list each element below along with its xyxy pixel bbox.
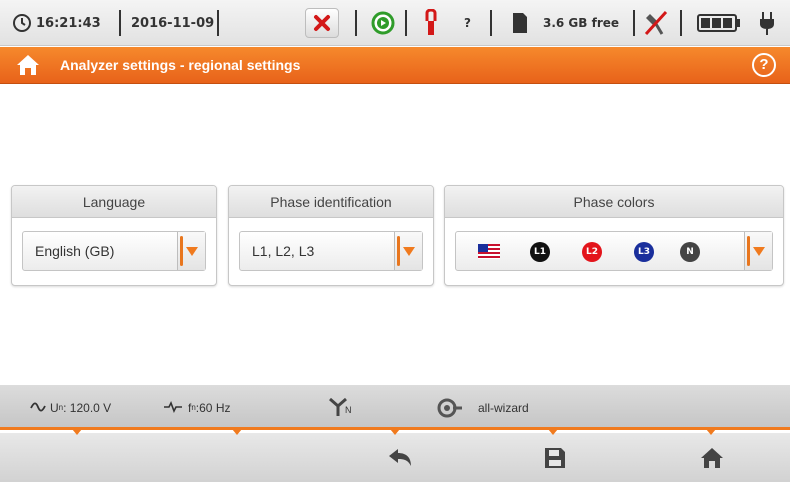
date-readout: 2016-11-09: [131, 15, 215, 31]
tab-marker: [390, 429, 400, 435]
phase-colors-dropdown[interactable]: L1 L2 L3 N: [455, 231, 773, 271]
phase-l1-color: L1: [530, 242, 550, 262]
separator: [680, 10, 682, 36]
clamp-type-icon: [437, 398, 462, 418]
clamp-icon[interactable]: [423, 0, 439, 46]
phase-colors-header: Phase colors: [445, 186, 783, 218]
save-button[interactable]: [535, 441, 575, 475]
nominal-frequency: f n:60 Hz: [188, 400, 231, 415]
us-flag-icon: [478, 244, 500, 259]
language-dropdown[interactable]: English (GB): [22, 231, 206, 271]
tab-marker: [72, 429, 82, 435]
chevron-down-icon[interactable]: [394, 232, 422, 270]
tab-marker: [706, 429, 716, 435]
tab-marker: [548, 429, 558, 435]
wye-network-icon: [329, 397, 347, 416]
phase-identification-dropdown[interactable]: L1, L2, L3: [239, 231, 423, 271]
phase-l2-color: L2: [582, 242, 602, 262]
phase-l3-color: L3: [634, 242, 654, 262]
plug-icon: [758, 0, 776, 46]
phase-n-color: N: [680, 242, 700, 262]
clock-icon: [12, 0, 32, 46]
bottom-button-bar: [0, 429, 790, 482]
ac-wave-icon: [30, 402, 46, 412]
back-icon: [389, 449, 411, 466]
stop-icon: [314, 15, 330, 31]
title-bar: Analyzer settings - regional settings ?: [0, 47, 790, 84]
language-panel: Language English (GB): [11, 185, 217, 286]
phase-identification-value: L1, L2, L3: [252, 243, 315, 259]
measurement-info-bar: Un: 120.0 V f n:60 Hz N all-wizard: [0, 385, 790, 430]
battery-icon: [697, 0, 741, 46]
page-title: Analyzer settings - regional settings: [60, 57, 301, 73]
clamp-type-text: all-wizard: [478, 400, 529, 415]
separator: [119, 10, 121, 36]
separator: [355, 10, 357, 36]
back-button[interactable]: [380, 441, 420, 475]
gps-off-icon: [642, 0, 670, 46]
free-space-text: 3.6 GB free: [543, 16, 620, 30]
sd-card-icon: [511, 0, 529, 46]
time-readout: 16:21:43: [36, 15, 101, 31]
play-icon[interactable]: [371, 0, 395, 46]
separator: [405, 10, 407, 36]
phase-colors-panel: Phase colors L1 L2 L3 N: [444, 185, 784, 286]
separator: [217, 10, 219, 36]
help-icon[interactable]: ?: [752, 53, 776, 77]
separator: [633, 10, 635, 36]
clamp-help-text: ?: [464, 16, 471, 30]
tab-marker: [232, 429, 242, 435]
chevron-down-icon[interactable]: [177, 232, 205, 270]
save-icon: [545, 448, 565, 468]
home-icon: [701, 448, 723, 468]
chevron-down-icon[interactable]: [744, 232, 772, 270]
network-sub-label: N: [345, 405, 352, 415]
language-value: English (GB): [35, 243, 115, 259]
language-header: Language: [12, 186, 216, 218]
separator: [490, 10, 492, 36]
stop-button[interactable]: [305, 8, 339, 38]
phase-identification-panel: Phase identification L1, L2, L3: [228, 185, 434, 286]
frequency-icon: [164, 401, 182, 413]
home-button[interactable]: [692, 441, 732, 475]
nominal-voltage: Un: 120.0 V: [50, 400, 112, 415]
status-bar: 16:21:43 2016-11-09 ? 3.6 GB free: [0, 0, 790, 46]
phase-identification-header: Phase identification: [229, 186, 433, 218]
home-icon[interactable]: [16, 54, 40, 76]
